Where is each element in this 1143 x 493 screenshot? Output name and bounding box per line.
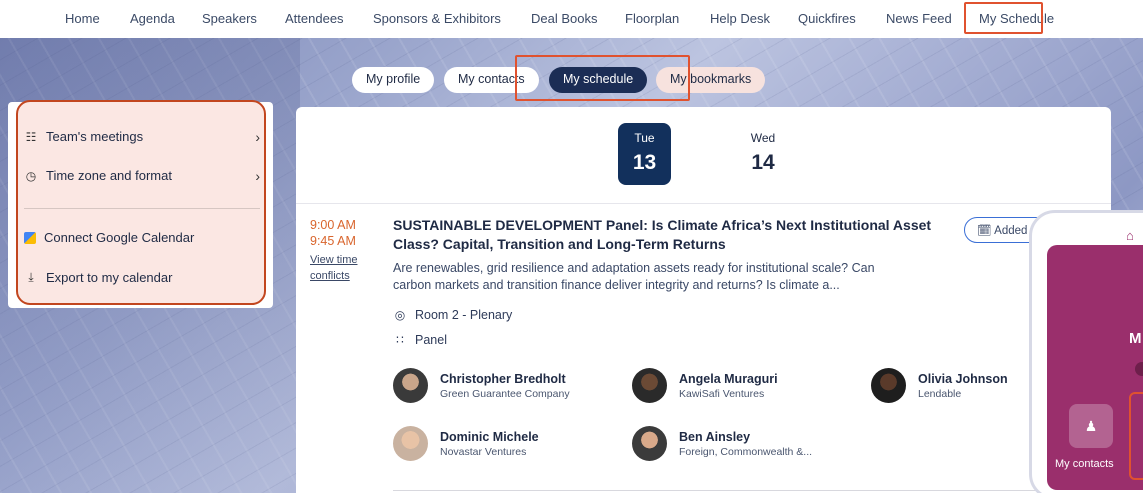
speaker-card[interactable]: Christopher Bredholt Green Guarantee Com… [393, 368, 570, 403]
phone-tile-label: My contacts [1055, 458, 1114, 470]
session-end-time: 9:45 AM [310, 234, 356, 248]
speaker-name: Olivia Johnson [918, 371, 1008, 386]
avatar [871, 368, 906, 403]
speaker-org: Green Guarantee Company [440, 387, 570, 400]
day-of-week: Wed [750, 131, 776, 145]
day-number: 13 [632, 151, 657, 174]
connect-google-calendar-item[interactable]: Connect Google Calendar [24, 230, 194, 245]
location-pin-icon: ◎ [394, 308, 406, 322]
view-time-conflicts-link[interactable]: View time conflicts [310, 252, 365, 284]
timezone-item[interactable]: ◷ Time zone and format › [24, 167, 260, 184]
team-icon: ☷ [25, 129, 37, 144]
room-label: Room 2 - Plenary [415, 308, 513, 322]
tab-my-contacts[interactable]: My contacts [444, 67, 539, 93]
divider [393, 490, 1043, 491]
speaker-card[interactable]: Ben Ainsley Foreign, Commonwealth &... [632, 426, 812, 461]
avatar [393, 426, 428, 461]
teams-meetings-item[interactable]: ☷ Team's meetings › [24, 128, 260, 145]
download-icon: ⤓ [28, 270, 34, 284]
day-of-week: Tue [634, 131, 655, 145]
tab-my-schedule[interactable]: My schedule [549, 67, 648, 93]
speaker-card[interactable]: Olivia Johnson Lendable [871, 368, 1008, 403]
speaker-name: Ben Ainsley [679, 429, 751, 444]
nav-home[interactable]: Home [65, 11, 100, 26]
side-divider [24, 208, 260, 209]
google-calendar-icon [24, 231, 36, 244]
top-navigation: Home Agenda Speakers Attendees Sponsors … [0, 0, 1143, 38]
session-title[interactable]: SUSTAINABLE DEVELOPMENT Panel: Is Climat… [393, 216, 953, 254]
home-icon: ⌂ [1126, 228, 1134, 243]
nav-deal-books[interactable]: Deal Books [531, 11, 597, 26]
speaker-org: Lendable [918, 387, 962, 400]
nav-attendees[interactable]: Attendees [285, 11, 344, 26]
avatar [632, 368, 667, 403]
speaker-org: KawiSafi Ventures [679, 387, 765, 400]
tab-my-bookmarks[interactable]: My bookmarks [656, 67, 766, 93]
calendar-check-icon: 🗓 [977, 225, 992, 237]
nav-sponsors-exhibitors[interactable]: Sponsors & Exhibitors [373, 11, 501, 26]
teams-meetings-label: Team's meetings [46, 129, 144, 144]
day-wed-14[interactable]: Wed 14 [738, 131, 788, 175]
avatar [632, 426, 667, 461]
timezone-label: Time zone and format [46, 168, 172, 183]
speaker-org: Novastar Ventures [440, 445, 527, 458]
phone-avatar-dot [1135, 362, 1143, 376]
nav-help-desk[interactable]: Help Desk [710, 11, 770, 26]
clock-icon: ◷ [25, 168, 37, 183]
speaker-card[interactable]: Dominic Michele Novastar Ventures [393, 426, 539, 461]
connect-google-calendar-label: Connect Google Calendar [44, 230, 195, 245]
grid-icon: ∷ [396, 333, 404, 347]
speaker-name: Christopher Bredholt [440, 371, 566, 386]
day-number: 14 [751, 151, 775, 174]
nav-speakers[interactable]: Speakers [202, 11, 257, 26]
chevron-right-icon: › [255, 128, 260, 145]
nav-floorplan[interactable]: Floorplan [625, 11, 679, 26]
chevron-right-icon: › [255, 167, 260, 184]
export-calendar-label: Export to my calendar [46, 270, 173, 285]
contacts-tile-icon: ♟ [1069, 404, 1113, 448]
nav-news-feed[interactable]: News Feed [886, 11, 952, 26]
session-description: Are renewables, grid resilience and adap… [393, 261, 875, 292]
format-label: Panel [415, 333, 447, 347]
nav-quickfires[interactable]: Quickfires [798, 11, 856, 26]
schedule-panel: Tue 13 Wed 14 9:00 AM 9:45 AM View time … [296, 107, 1111, 493]
avatar [393, 368, 428, 403]
phone-highlight-box [1129, 392, 1143, 480]
speaker-org: Foreign, Commonwealth &... [679, 445, 813, 458]
speaker-name: Angela Muraguri [679, 371, 778, 386]
session-room: ◎ Room 2 - Plenary [393, 308, 513, 322]
nav-highlight-box [964, 2, 1043, 34]
session-start-time: 9:00 AM [310, 218, 356, 232]
nav-agenda[interactable]: Agenda [130, 11, 175, 26]
session-format: ∷ Panel [393, 333, 447, 347]
day-tue-13[interactable]: Tue 13 [618, 123, 671, 185]
speaker-name: Dominic Michele [440, 429, 539, 444]
speaker-card[interactable]: Angela Muraguri KawiSafi Ventures [632, 368, 778, 403]
export-calendar-item[interactable]: ⤓ Export to my calendar [24, 270, 172, 285]
tab-my-profile[interactable]: My profile [352, 67, 435, 93]
phone-title-letter: M [1129, 330, 1142, 347]
